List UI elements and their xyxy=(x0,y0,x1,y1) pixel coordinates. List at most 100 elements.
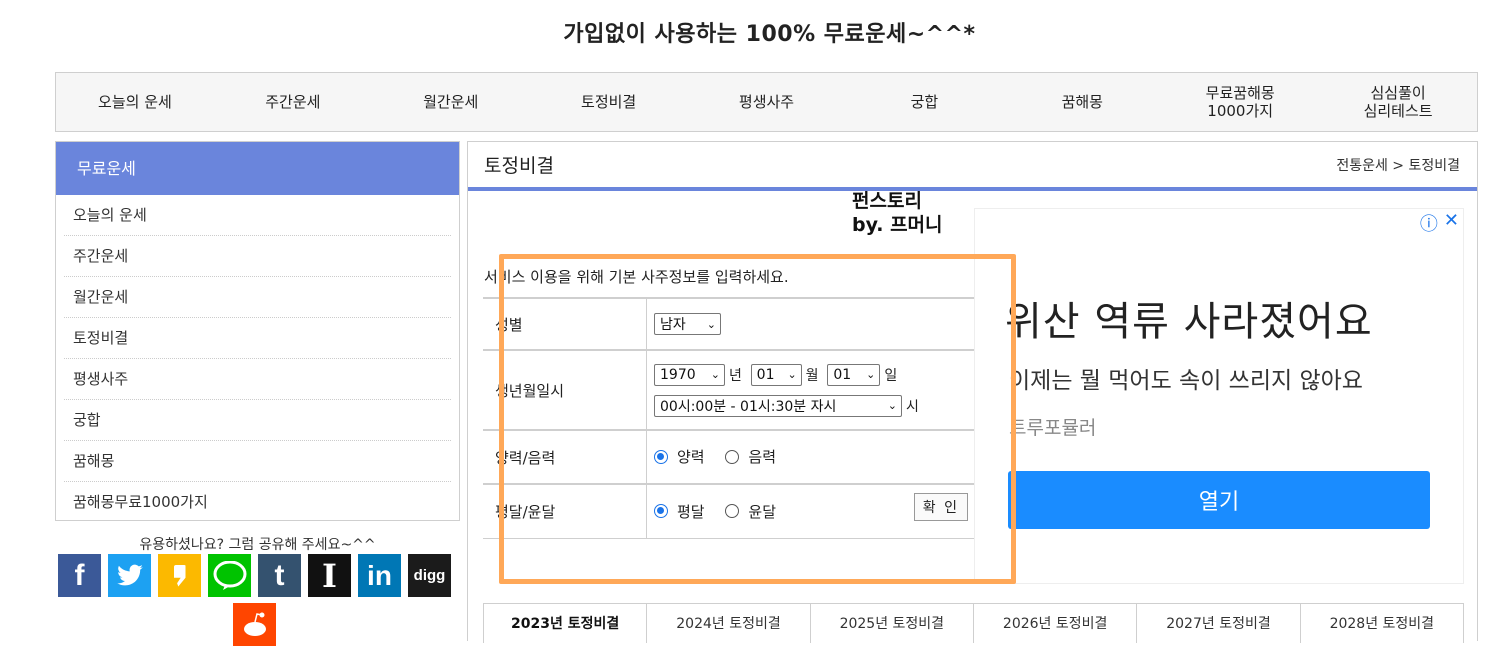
tab-2028[interactable]: 2028년 토정비결 xyxy=(1301,604,1464,643)
birth-label: 생년월일시 xyxy=(483,349,647,431)
radio-checked-icon xyxy=(654,449,668,464)
facebook-share-button[interactable]: f xyxy=(58,554,101,597)
main-content: 토정비결 전통운세 > 토정비결 펀스토리 by. 프머니 서비스 이용을 위해… xyxy=(467,141,1478,643)
chevron-down-icon: ⌄ xyxy=(866,368,876,381)
sidebar-heading: 무료운세 xyxy=(56,142,459,195)
leap-normal-label: 평달 xyxy=(677,502,705,521)
brand-logo: 펀스토리 by. 프머니 xyxy=(852,189,943,237)
chevron-down-icon: ⌄ xyxy=(787,368,797,381)
leap-normal-radio[interactable]: 평달 xyxy=(654,501,705,522)
ad-open-button[interactable]: 열기 xyxy=(1008,471,1430,529)
ad-subtext: 이제는 뭘 먹어도 속이 쓰리지 않아요 xyxy=(1009,368,1363,394)
twitter-share-button[interactable] xyxy=(108,554,151,597)
year-tabs: 2023년 토정비결 2024년 토정비결 2025년 토정비결 2026년 토… xyxy=(483,603,1464,643)
linkedin-icon: in xyxy=(367,559,392,591)
brand-line-2: by. 프머니 xyxy=(852,214,943,236)
kakaostory-share-button[interactable] xyxy=(158,554,201,597)
radio-unchecked-icon xyxy=(725,449,740,464)
instapaper-icon: I xyxy=(322,556,337,595)
reddit-share-button[interactable] xyxy=(233,603,276,646)
ad-close-icon[interactable]: ✕ xyxy=(1444,210,1459,236)
content-header: 토정비결 전통운세 > 토정비결 xyxy=(468,141,1477,191)
tab-2024[interactable]: 2024년 토정비결 xyxy=(647,604,811,643)
site-title: 가입없이 사용하는 100% 무료운세~^^* xyxy=(563,22,976,47)
nav-item-weekly[interactable]: 주간운세 xyxy=(214,73,372,131)
nav-item-psych-test[interactable]: 심심풀이 심리테스트 xyxy=(1319,73,1477,131)
chevron-down-icon: ⌄ xyxy=(706,317,716,331)
birth-day-value: 01 xyxy=(833,366,852,383)
birth-month-select[interactable]: 01 ⌄ xyxy=(750,363,802,386)
tumblr-icon: t xyxy=(274,558,285,592)
page-title: 토정비결 xyxy=(484,155,554,177)
line-share-button[interactable] xyxy=(208,554,251,597)
share-buttons: f t I in digg xyxy=(58,554,451,597)
facebook-icon: f xyxy=(74,558,85,592)
calendar-solar-radio[interactable]: 양력 xyxy=(654,446,705,467)
ad-controls: ⓘ ✕ xyxy=(1420,210,1459,236)
breadcrumb[interactable]: 전통운세 > 토정비결 xyxy=(1336,155,1460,175)
ad-source: 트루포뮬러 xyxy=(1009,417,1097,439)
leap-leap-label: 윤달 xyxy=(748,502,776,521)
birth-year-value: 1970 xyxy=(660,366,696,383)
radio-checked-icon xyxy=(654,504,668,518)
digg-share-button[interactable]: digg xyxy=(408,554,451,597)
gender-select-value: 남자 xyxy=(660,317,686,333)
ad-banner[interactable]: ⓘ ✕ 위산 역류 사라졌어요 이제는 뭘 먹어도 속이 쓰리지 않아요 트루포… xyxy=(974,208,1464,584)
birth-time-select[interactable]: 00시:00분 - 01시:30분 자시 ⌄ xyxy=(654,394,902,417)
tab-2027[interactable]: 2027년 토정비결 xyxy=(1137,604,1301,643)
ad-info-icon[interactable]: ⓘ xyxy=(1420,210,1438,236)
share-prompt: 유용하셨나요? 그럼 공유해 주세요~^^ xyxy=(139,537,376,553)
twitter-icon xyxy=(116,564,143,585)
chevron-down-icon: ⌄ xyxy=(710,368,720,381)
nav-item-dream[interactable]: 꿈해몽 xyxy=(1003,73,1161,131)
digg-icon: digg xyxy=(413,567,446,584)
ad-headline: 위산 역류 사라졌어요 xyxy=(1005,299,1373,345)
tab-2025[interactable]: 2025년 토정비결 xyxy=(811,604,974,643)
leap-leap-radio[interactable]: 윤달 xyxy=(725,501,776,522)
gender-select[interactable]: 남자 ⌄ xyxy=(654,313,721,335)
sidebar-item-lifetime[interactable]: 평생사주 xyxy=(64,359,451,400)
nav-item-monthly[interactable]: 월간운세 xyxy=(372,73,530,131)
instapaper-share-button[interactable]: I xyxy=(308,554,351,597)
calendar-solar-label: 양력 xyxy=(677,448,705,467)
calendar-lunar-radio[interactable]: 음력 xyxy=(725,446,776,467)
sidebar-item-monthly[interactable]: 월간운세 xyxy=(64,277,451,318)
form-intro: 서비스 이용을 위해 기본 사주정보를 입력하세요. xyxy=(484,268,789,286)
sidebar-item-tojeong[interactable]: 토정비결 xyxy=(64,318,451,359)
sidebar-item-today[interactable]: 오늘의 운세 xyxy=(64,195,451,236)
sidebar-item-dream-1000[interactable]: 꿈해몽무료1000가지 xyxy=(64,482,451,522)
tumblr-share-button[interactable]: t xyxy=(258,554,301,597)
line-icon xyxy=(213,560,246,590)
month-unit: 월 xyxy=(805,367,819,384)
sidebar-item-weekly[interactable]: 주간운세 xyxy=(64,236,451,277)
day-unit: 일 xyxy=(884,367,898,384)
brand-line-1: 펀스토리 xyxy=(852,190,922,212)
nav-item-dream-1000[interactable]: 무료꿈해몽 1000가지 xyxy=(1161,73,1319,131)
sidebar-item-dream[interactable]: 꿈해몽 xyxy=(64,441,451,482)
sidebar-item-compat[interactable]: 궁합 xyxy=(64,400,451,441)
kakaostory-icon xyxy=(173,564,186,587)
tab-2023[interactable]: 2023년 토정비결 xyxy=(484,604,648,643)
leap-label: 평달/윤달 xyxy=(483,483,647,539)
top-nav: 오늘의 운세 주간운세 월간운세 토정비결 평생사주 궁합 꿈해몽 무료꿈해몽 … xyxy=(55,72,1478,132)
nav-item-tojeong[interactable]: 토정비결 xyxy=(530,73,688,131)
sidebar-list: 오늘의 운세 주간운세 월간운세 토정비결 평생사주 궁합 꿈해몽 꿈해몽무료1… xyxy=(56,195,459,522)
nav-item-today[interactable]: 오늘의 운세 xyxy=(56,73,214,131)
reddit-icon xyxy=(243,612,266,636)
time-unit: 시 xyxy=(906,398,919,415)
calendar-label: 양력/음력 xyxy=(483,429,647,485)
sidebar: 무료운세 오늘의 운세 주간운세 월간운세 토정비결 평생사주 궁합 꿈해몽 꿈… xyxy=(55,141,460,521)
linkedin-share-button[interactable]: in xyxy=(358,554,401,597)
birth-time-value: 00시:00분 - 01시:30분 자시 xyxy=(660,398,837,415)
nav-item-compat[interactable]: 궁합 xyxy=(845,73,1003,131)
nav-item-lifetime[interactable]: 평생사주 xyxy=(688,73,846,131)
confirm-button[interactable]: 확 인 xyxy=(913,493,968,521)
birth-month-value: 01 xyxy=(756,366,775,383)
birth-year-select[interactable]: 1970 ⌄ xyxy=(654,363,725,386)
calendar-lunar-label: 음력 xyxy=(748,448,776,467)
gender-label: 성별 xyxy=(483,297,647,351)
tab-2026[interactable]: 2026년 토정비결 xyxy=(974,604,1138,643)
birth-day-select[interactable]: 01 ⌄ xyxy=(827,363,881,386)
saju-form: 성별 남자 ⌄ 생년월일시 1970 ⌄ 년 01 ⌄ 월 01 ⌄ 일 00시:00분 - … xyxy=(483,297,974,539)
radio-unchecked-icon xyxy=(725,504,740,518)
